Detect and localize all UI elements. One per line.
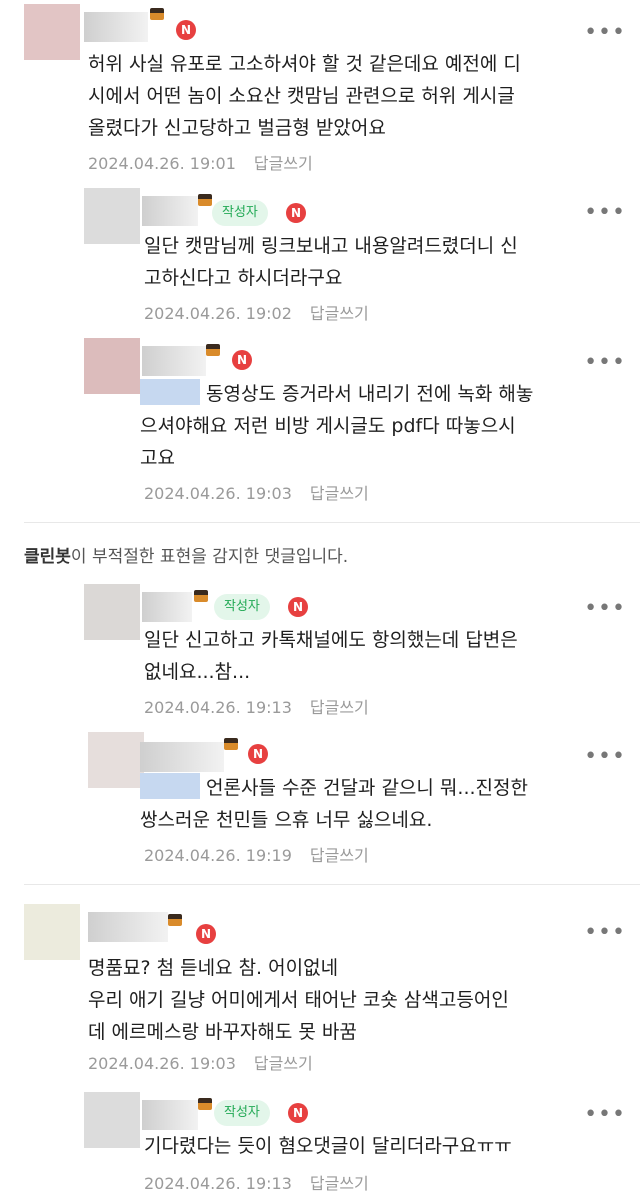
author-name[interactable]: [84, 12, 148, 42]
cake-level-icon: [206, 344, 220, 356]
more-dots-icon[interactable]: •••: [584, 202, 626, 224]
author-name[interactable]: [140, 742, 224, 772]
reply-link[interactable]: 답글쓰기: [310, 698, 369, 717]
comment-meta: 2024.04.26. 19:03 답글쓰기: [144, 480, 369, 504]
comment-text: 동영상도 증거라서 내리기 전에 녹화 해놓 으셔야해요 저런 비방 게시글도 …: [140, 378, 533, 474]
author-badge: 작성자: [212, 200, 268, 226]
cake-level-icon: [168, 914, 182, 926]
comment-date: 2024.04.26. 19:13: [144, 1174, 292, 1193]
comment-date: 2024.04.26. 19:13: [144, 698, 292, 717]
comment-text: 일단 캣맘님께 링크보내고 내용알려드렸더니 신 고하신다고 하시더라구요: [144, 235, 518, 289]
reply-link[interactable]: 답글쓰기: [310, 1174, 369, 1193]
more-dots-icon[interactable]: •••: [584, 922, 626, 944]
comment-meta: 2024.04.26. 19:13 답글쓰기: [144, 694, 369, 718]
avatar[interactable]: [84, 188, 140, 244]
avatar[interactable]: [84, 584, 140, 640]
cake-level-icon: [198, 1098, 212, 1110]
avatar[interactable]: [24, 4, 80, 60]
reply-link[interactable]: 답글쓰기: [310, 484, 369, 503]
cake-level-icon: [224, 738, 238, 750]
new-badge: N: [176, 20, 196, 40]
comment-meta: 2024.04.26. 19:13 답글쓰기: [144, 1170, 369, 1194]
author-name[interactable]: [142, 1100, 198, 1130]
divider: [24, 522, 640, 523]
author-name[interactable]: [142, 346, 206, 376]
divider: [24, 884, 640, 885]
comment-text: 언론사들 수준 건달과 같으니 뭐...진정한 쌍스러운 천민들 으휴 너무 싫…: [140, 772, 528, 836]
avatar[interactable]: [84, 1092, 140, 1148]
reply-link[interactable]: 답글쓰기: [254, 1054, 313, 1073]
new-badge: N: [248, 744, 268, 764]
comment-thread: N ••• 허위 사실 유포로 고소하셔야 할 것 같은데요 예전에 디 시에서…: [0, 0, 640, 1194]
comment-date: 2024.04.26. 19:19: [144, 846, 292, 865]
more-dots-icon[interactable]: •••: [584, 746, 626, 768]
comment-text: 명품묘? 첨 듣네요 참. 어이없네 우리 애기 길냥 어미에게서 태어난 코숏…: [88, 957, 509, 1043]
comment-text: 기다렸다는 듯이 혐오댓글이 달리더라구요ㅠㅠ: [144, 1135, 512, 1157]
new-badge: N: [288, 597, 308, 617]
more-dots-icon[interactable]: •••: [584, 598, 626, 620]
comment-date: 2024.04.26. 19:03: [144, 484, 292, 503]
avatar[interactable]: [24, 904, 80, 960]
cleanbot-name: 클린봇: [24, 547, 71, 567]
comment-meta: 2024.04.26. 19:03 답글쓰기: [88, 1050, 313, 1074]
cleanbot-notice: 클린봇이 부적절한 표현을 감지한 댓글입니다.: [24, 547, 349, 567]
new-badge: N: [286, 203, 306, 223]
comment-date: 2024.04.26. 19:02: [144, 304, 292, 323]
avatar[interactable]: [84, 338, 140, 394]
avatar[interactable]: [88, 732, 144, 788]
author-name[interactable]: [142, 592, 192, 622]
cake-level-icon: [194, 590, 208, 602]
new-badge: N: [232, 350, 252, 370]
comment-meta: 2024.04.26. 19:01 답글쓰기: [88, 150, 313, 174]
comment-date: 2024.04.26. 19:01: [88, 154, 236, 173]
cake-level-icon: [150, 8, 164, 20]
author-name[interactable]: [142, 196, 198, 226]
author-badge: 작성자: [214, 1100, 270, 1126]
comment-text: 허위 사실 유포로 고소하셔야 할 것 같은데요 예전에 디 시에서 어떤 놈이…: [88, 53, 521, 139]
cake-level-icon: [198, 194, 212, 206]
comment-text: 일단 신고하고 카톡채널에도 항의했는데 답변은 없네요...참...: [144, 629, 518, 683]
more-dots-icon[interactable]: •••: [584, 352, 626, 374]
comment-date: 2024.04.26. 19:03: [88, 1054, 236, 1073]
author-badge: 작성자: [214, 594, 270, 620]
reply-link[interactable]: 답글쓰기: [310, 846, 369, 865]
comment-meta: 2024.04.26. 19:19 답글쓰기: [144, 842, 369, 866]
new-badge: N: [196, 924, 216, 944]
new-badge: N: [288, 1103, 308, 1123]
comment-meta: 2024.04.26. 19:02 답글쓰기: [144, 300, 369, 324]
author-name[interactable]: [88, 912, 168, 942]
reply-link[interactable]: 답글쓰기: [310, 304, 369, 323]
more-dots-icon[interactable]: •••: [584, 1104, 626, 1126]
reply-link[interactable]: 답글쓰기: [254, 154, 313, 173]
mention-tag[interactable]: [140, 379, 200, 405]
mention-tag[interactable]: [140, 773, 200, 799]
more-dots-icon[interactable]: •••: [584, 22, 626, 44]
